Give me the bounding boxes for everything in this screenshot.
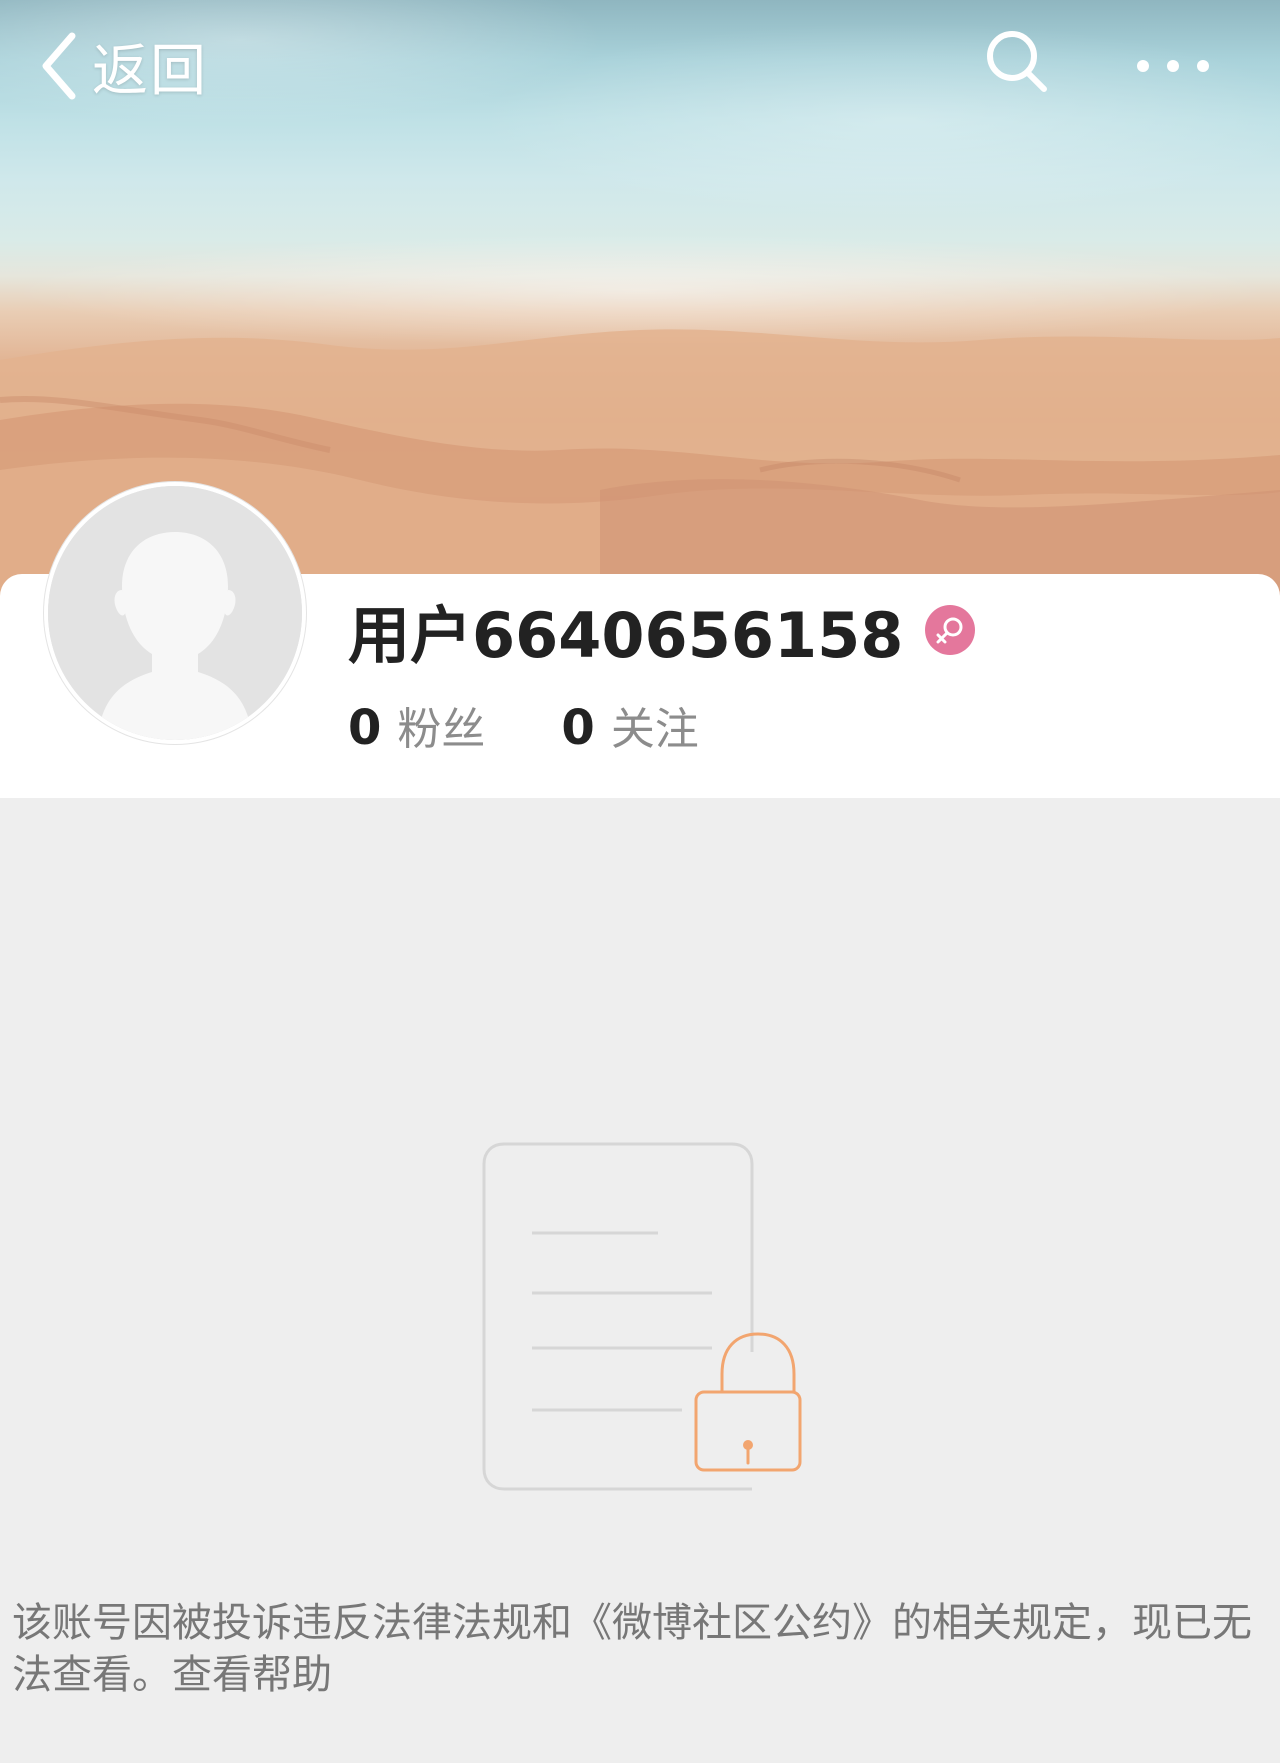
blocked-notice: 该账号因被投诉违反法律法规和《微博社区公约》的相关规定，现已无法查看。查看帮助 [12,1597,1274,1701]
top-bar: 返回 [0,0,1280,130]
username: 用户6640656158 [348,599,904,672]
fans-count: 0 [348,700,382,756]
avatar[interactable] [44,482,306,744]
fans-stat[interactable]: 0 粉丝 [348,693,485,757]
default-avatar-icon [48,486,302,740]
profile-screen: 返回 用户6640656158 0 粉丝 0 关注 该账号因被投诉违反法律法规和… [0,0,1280,1763]
username-row: 用户6640656158 [348,588,976,672]
search-icon[interactable] [978,22,1058,102]
fans-label: 粉丝 [397,704,486,755]
help-link[interactable]: 查看帮助 [172,1652,332,1698]
back-label: 返回 [92,38,208,104]
stats-row: 0 粉丝 0 关注 [348,690,699,760]
female-icon [925,605,976,655]
chevron-left-icon [42,32,76,100]
following-label: 关注 [610,704,699,755]
back-button[interactable]: 返回 [38,30,208,104]
more-icon[interactable] [1128,40,1218,90]
following-stat[interactable]: 0 关注 [561,693,698,757]
following-count: 0 [561,700,595,756]
locked-document-icon [482,1142,802,1491]
